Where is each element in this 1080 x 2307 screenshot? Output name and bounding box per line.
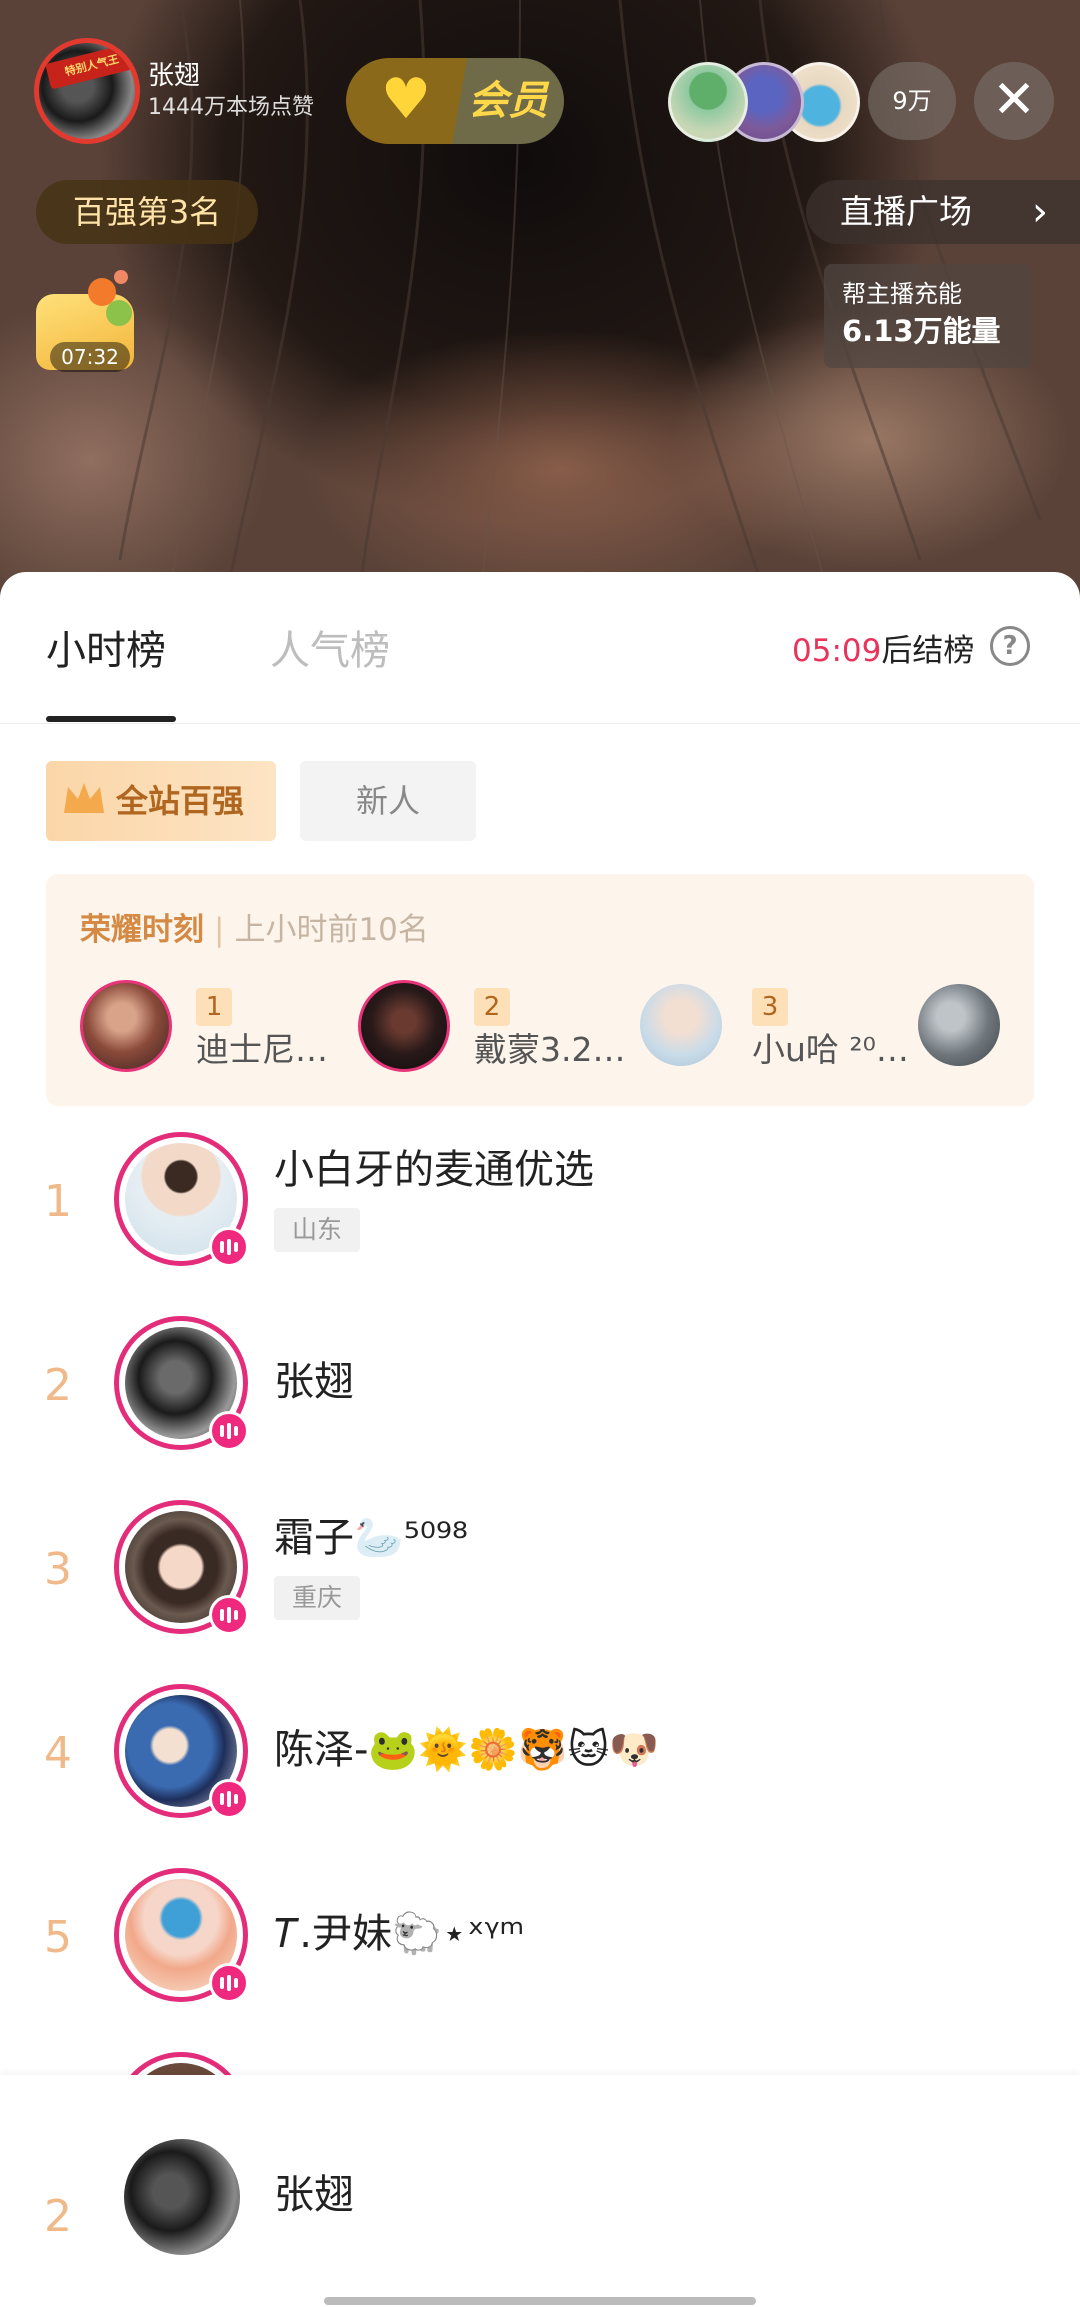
my-avatar[interactable] [124,2139,240,2255]
rank-row[interactable]: 3 霜子🦢⁵⁰⁹⁸ 重庆 [0,1500,1080,1640]
host-info: 张翅 1444万本场点赞 [148,59,314,123]
live-bars-icon [209,1779,249,1819]
honor-name: 小u哈 ²⁰… [752,1030,909,1069]
honor-rank-badge: 1 [196,988,232,1026]
avatar [114,2052,248,2076]
rank-number: 2 [44,1360,72,1411]
live-bars-icon [209,1595,249,1635]
viewer-avatars[interactable] [668,62,860,142]
home-indicator[interactable] [324,2297,756,2305]
host-name: 张翅 [148,61,201,91]
countdown-time: 05:09 [792,633,882,669]
avatar[interactable] [114,1132,249,1267]
gift-timer: 07:32 [50,342,130,372]
live-plaza-button[interactable]: 直播广场 › [806,180,1080,244]
my-rank-row[interactable]: 2 张翅 [0,2075,1080,2307]
host-card[interactable]: 特别人气王 张翅 1444万本场点赞 [34,38,314,144]
rank-number: 1 [44,1176,72,1227]
chip-top100-label: 全站百强 [116,782,245,820]
live-bars-icon [209,1227,249,1267]
honor-rank-badge: 3 [752,988,788,1026]
countdown: 05:09后结榜 [792,628,974,674]
heart-plus-icon: ♥ [380,67,432,132]
live-bars-icon [209,1963,249,2003]
streamer-name: 张翅 [274,1359,354,1405]
gift-decoration [114,270,128,284]
honor-name: 戴蒙3.2… [474,1030,626,1069]
streamer-name: 小白牙的麦通优选 [274,1147,594,1193]
chevron-right-icon: › [1032,189,1048,235]
my-name: 张翅 [274,2172,354,2218]
streamer-name: 霜子🦢⁵⁰⁹⁸ [274,1515,468,1561]
crown-icon [64,783,104,813]
ranking-sheet: 小时榜 人气榜 05:09后结榜 ? 全站百强 新人 荣耀时刻 | 上小时前10名 … [0,572,1080,2307]
countdown-suffix: 后结榜 [881,633,975,669]
region-tag: 山东 [274,1208,361,1252]
region-tag: 重庆 [274,1576,361,1620]
energy-title: 帮主播充能 [842,280,962,308]
rank-row[interactable]: 2 张翅 [0,1316,1080,1456]
rank-row[interactable]: 1 小白牙的麦通优选 山东 [0,1132,1080,1272]
rank-row[interactable]: 4 陈泽-🐸🌞🌼🐯🐱🐶 [0,1684,1080,1824]
divider: | [214,912,225,948]
tab-hourly[interactable]: 小时榜 [46,626,166,676]
rank-row-partial [0,2052,1080,2076]
rank-number: 5 [44,1912,72,1963]
active-tab-indicator [46,716,176,722]
avatar [358,980,450,1072]
viewer-avatar[interactable] [668,62,748,142]
tab-popularity[interactable]: 人气榜 [270,626,390,676]
vip-label: 会员 [468,78,548,124]
honor-item[interactable]: 1 迪士尼… [80,980,350,1072]
avatar-banner: 特别人气王 [45,43,135,90]
chip-top100[interactable]: 全站百强 [46,761,276,841]
viewer-count[interactable]: 9万 [868,62,956,140]
energy-value: 6.13万能量 [842,314,1001,348]
energy-boost-card[interactable]: 帮主播充能 6.13万能量 [824,264,1032,368]
my-rank-number: 2 [44,2191,72,2242]
streamer-name: 𝑇.尹妹🐑⋆ˣᵞᵐ [274,1911,525,1957]
help-icon[interactable]: ? [990,626,1030,666]
rank-number: 3 [44,1544,72,1595]
honor-item[interactable]: 2 戴蒙3.2… [358,980,628,1072]
hourly-rank-pill[interactable]: 百强第3名 [36,180,258,244]
honor-subtitle: 上小时前10名 [234,912,429,948]
live-bars-icon [209,1411,249,1451]
avatar[interactable] [114,1316,249,1451]
avatar [80,980,172,1072]
honor-item[interactable]: 3 小u哈 ²⁰… [640,980,910,1072]
streamer-name: 陈泽-🐸🌞🌼🐯🐱🐶 [274,1727,660,1773]
honor-rank-badge: 2 [474,988,510,1026]
honor-header: 荣耀时刻 | 上小时前10名 [80,908,429,952]
close-button[interactable]: ✕ [974,62,1054,140]
rank-number: 4 [44,1728,72,1779]
host-like-count: 1444万本场点赞 [148,95,314,120]
honor-name: 迪士尼… [196,1030,328,1069]
avatar [640,984,722,1066]
live-plaza-label: 直播广场 [840,192,972,231]
gift-decoration [106,300,132,326]
close-icon: ✕ [992,70,1036,130]
avatar[interactable] [114,1868,249,2003]
avatar[interactable] [114,1684,249,1819]
vip-button[interactable]: ♥ 会员 [346,58,564,144]
avatar[interactable] [918,984,1000,1066]
gift-treasure-box[interactable]: 07:32 [36,266,140,372]
ranking-tabs: 小时榜 人气榜 05:09后结榜 ? [0,572,1080,724]
rank-row[interactable]: 5 𝑇.尹妹🐑⋆ˣᵞᵐ [0,1868,1080,2008]
avatar[interactable] [114,1500,249,1635]
host-avatar[interactable]: 特别人气王 [34,38,140,144]
honor-title: 荣耀时刻 [80,912,204,948]
chip-newbie[interactable]: 新人 [300,761,476,841]
honor-moment-card[interactable]: 荣耀时刻 | 上小时前10名 1 迪士尼… 2 戴蒙3.2… 3 小u哈 ²⁰… [46,874,1034,1106]
